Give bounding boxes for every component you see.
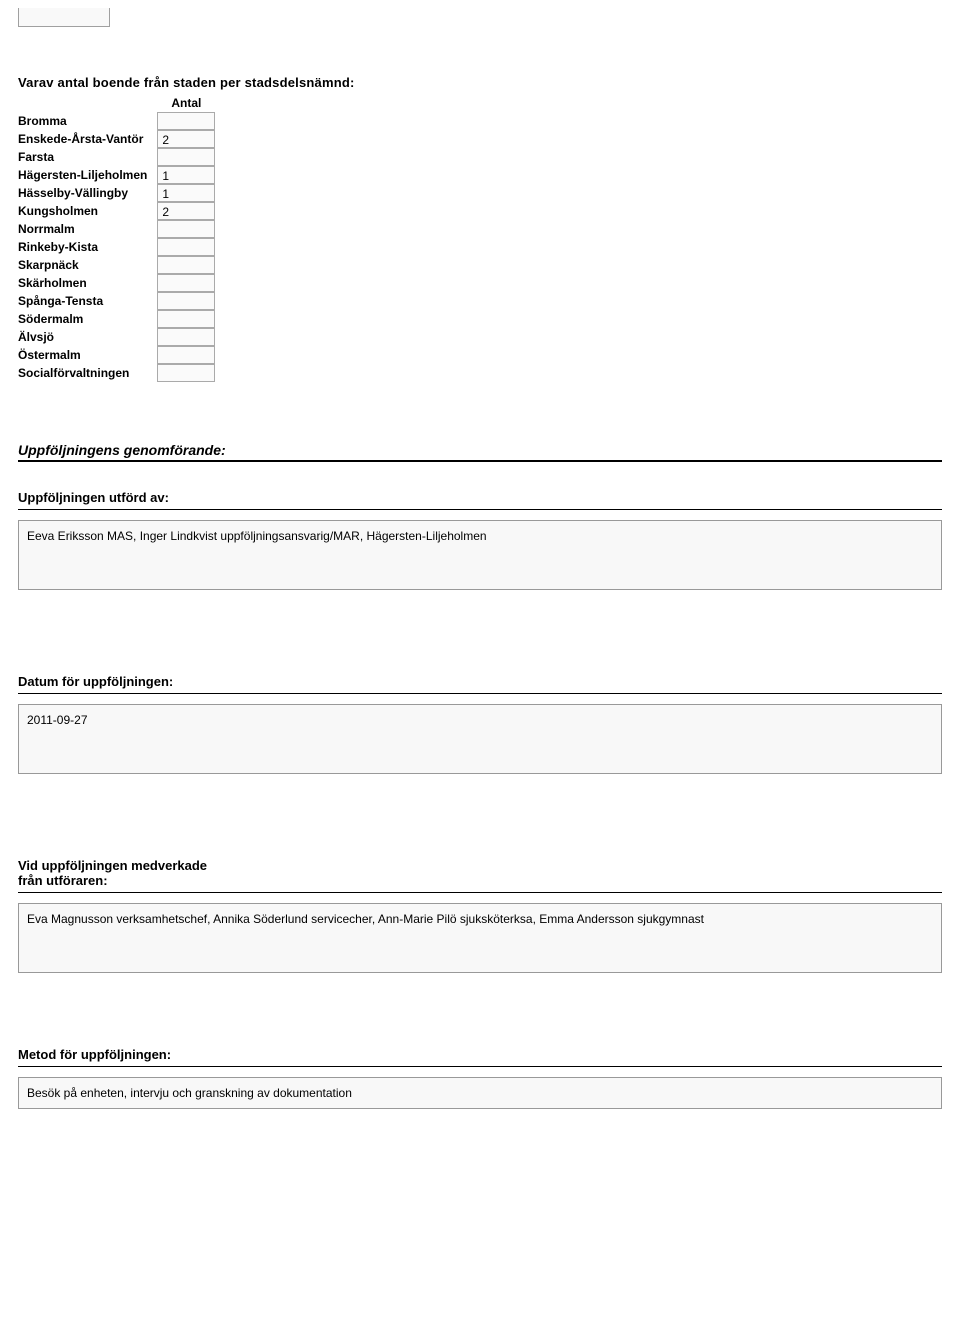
medverkade-input[interactable]: Eva Magnusson verksamhetschef, Annika Sö… xyxy=(18,903,942,973)
table-row: Skärholmen xyxy=(18,274,215,292)
metod-label: Metod för uppföljningen: xyxy=(18,1047,942,1062)
district-label: Skarpnäck xyxy=(18,256,157,274)
column-header-antal: Antal xyxy=(157,96,215,112)
district-label: Skärholmen xyxy=(18,274,157,292)
datum-label: Datum för uppföljningen: xyxy=(18,674,942,689)
table-row: Hägersten-Liljeholmen 1 xyxy=(18,166,215,184)
district-value-input[interactable] xyxy=(157,364,215,382)
district-value-input[interactable] xyxy=(157,220,215,238)
metod-input[interactable]: Besök på enheten, intervju och gransknin… xyxy=(18,1077,942,1109)
district-label: Bromma xyxy=(18,112,157,130)
district-value-input[interactable]: 1 xyxy=(157,166,215,184)
table-row: Norrmalm xyxy=(18,220,215,238)
district-value-input[interactable] xyxy=(157,238,215,256)
district-table: Antal Bromma Enskede-Årsta-Vantör 2 Fars… xyxy=(18,96,215,382)
table-row: Rinkeby-Kista xyxy=(18,238,215,256)
district-label: Kungsholmen xyxy=(18,202,157,220)
table-row: Farsta xyxy=(18,148,215,166)
table-row: Kungsholmen 2 xyxy=(18,202,215,220)
district-value-input[interactable] xyxy=(157,274,215,292)
district-value-input[interactable] xyxy=(157,328,215,346)
district-value-input[interactable] xyxy=(157,256,215,274)
district-label: Enskede-Årsta-Vantör xyxy=(18,130,157,148)
district-label: Farsta xyxy=(18,148,157,166)
district-value-input[interactable] xyxy=(157,292,215,310)
table-row: Älvsjö xyxy=(18,328,215,346)
medverkade-label: Vid uppföljningen medverkade från utföra… xyxy=(18,858,358,888)
section-divider xyxy=(18,460,942,462)
table-row: Hässelby-Vällingby 1 xyxy=(18,184,215,202)
utford-av-label: Uppföljningen utförd av: xyxy=(18,490,942,505)
district-label: Spånga-Tensta xyxy=(18,292,157,310)
table-row: Bromma xyxy=(18,112,215,130)
district-label: Socialförvaltningen xyxy=(18,364,157,382)
district-value-input[interactable]: 2 xyxy=(157,202,215,220)
table-row: Södermalm xyxy=(18,310,215,328)
section-title: Uppföljningens genomförande: xyxy=(18,442,942,458)
table-row: Skarpnäck xyxy=(18,256,215,274)
district-value-input[interactable] xyxy=(157,148,215,166)
datum-input[interactable]: 2011-09-27 xyxy=(18,704,942,774)
district-label: Rinkeby-Kista xyxy=(18,238,157,256)
district-label: Hägersten-Liljeholmen xyxy=(18,166,157,184)
district-value-input[interactable] xyxy=(157,112,215,130)
district-heading: Varav antal boende från staden per stads… xyxy=(18,75,942,90)
district-value-input[interactable]: 2 xyxy=(157,130,215,148)
district-label: Norrmalm xyxy=(18,220,157,238)
sub-divider xyxy=(18,693,942,694)
table-row: Spånga-Tensta xyxy=(18,292,215,310)
table-row: Socialförvaltningen xyxy=(18,364,215,382)
sub-divider xyxy=(18,892,942,893)
sub-divider xyxy=(18,1066,942,1067)
district-value-input[interactable] xyxy=(157,346,215,364)
district-label: Älvsjö xyxy=(18,328,157,346)
utford-av-input[interactable]: Eeva Eriksson MAS, Inger Lindkvist uppfö… xyxy=(18,520,942,590)
sub-divider xyxy=(18,509,942,510)
district-label: Södermalm xyxy=(18,310,157,328)
table-row: Östermalm xyxy=(18,346,215,364)
table-row: Enskede-Årsta-Vantör 2 xyxy=(18,130,215,148)
district-value-input[interactable] xyxy=(157,310,215,328)
district-label: Östermalm xyxy=(18,346,157,364)
partial-input-box[interactable] xyxy=(18,8,110,27)
district-label: Hässelby-Vällingby xyxy=(18,184,157,202)
district-value-input[interactable]: 1 xyxy=(157,184,215,202)
